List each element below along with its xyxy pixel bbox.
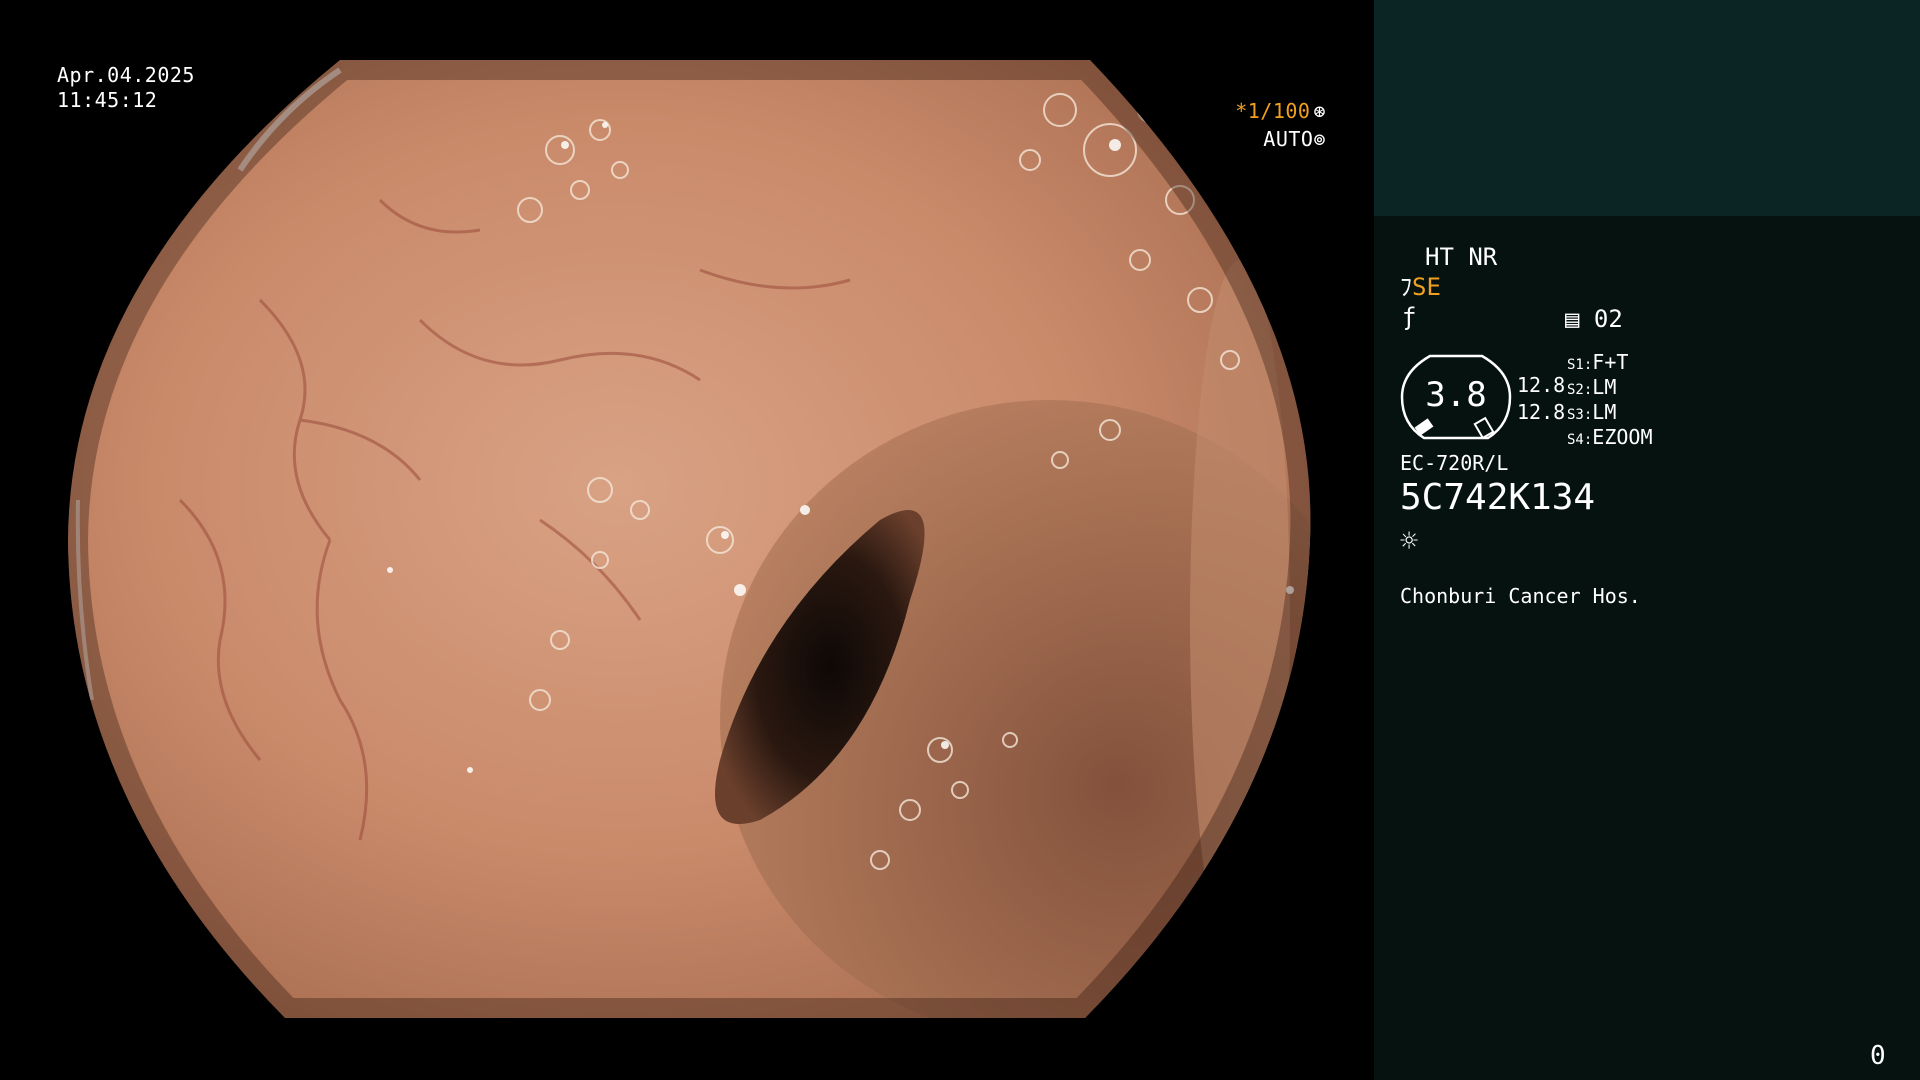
shutter-label: *1/100 (1235, 99, 1311, 123)
image-counter: 0 (1870, 1041, 1886, 1071)
iris-mode: AUTO⊚ (1263, 127, 1326, 152)
endoscope-view: Apr.04.2025 11:45:12 *1/100 ⊛ AUTO⊚ (0, 0, 1374, 1080)
switch-label: S1: (1567, 357, 1593, 373)
endoscope-image (68, 60, 1311, 1018)
enhance-icon: ﾌ (1400, 273, 1412, 301)
hospital-name: Chonburi Cancer Hos. (1400, 584, 1641, 608)
shutter-icon: ⊛ (1313, 99, 1326, 123)
channel-icon: ▤ (1565, 305, 1580, 333)
scope-model: EC-720R/L (1400, 451, 1509, 475)
switch-value: LM (1592, 400, 1617, 424)
se-row: ﾌSE (1400, 273, 1441, 301)
switch-value: EZOOM (1592, 425, 1653, 449)
panel-top (1374, 0, 1920, 216)
se-label: SE (1412, 273, 1441, 301)
time-label: 11:45:12 (57, 88, 158, 112)
light-icon: ☼ (1400, 524, 1419, 559)
switch-row: S4:EZOOM (1567, 423, 1653, 454)
iris-label: AUTO (1263, 127, 1314, 151)
scope-serial: 5C742K134 (1400, 477, 1596, 518)
info-panel (1374, 216, 1920, 1080)
switch-value: LM (1592, 375, 1617, 399)
channel-row: ▤ 02 (1565, 305, 1623, 333)
switch-label: S2: (1567, 382, 1593, 398)
switch-label: S3: (1567, 407, 1593, 423)
value-a: 12.8 (1517, 373, 1566, 397)
iris-icon: ⊚ (1313, 127, 1326, 151)
shutter-speed: *1/100 ⊛ (1235, 99, 1326, 124)
channel-value: 02 (1593, 305, 1623, 333)
value-b: 12.8 (1517, 400, 1566, 424)
freeze-icon: ƒ (1402, 303, 1417, 331)
ht-nr-label: HT NR (1425, 243, 1498, 271)
dial-value: 3.8 (1425, 375, 1487, 415)
switch-label: S4: (1567, 432, 1593, 448)
datetime: Apr.04.2025 11:45:12 (57, 63, 195, 113)
switch-value: F+T (1592, 350, 1629, 374)
date-label: Apr.04.2025 (57, 63, 195, 87)
